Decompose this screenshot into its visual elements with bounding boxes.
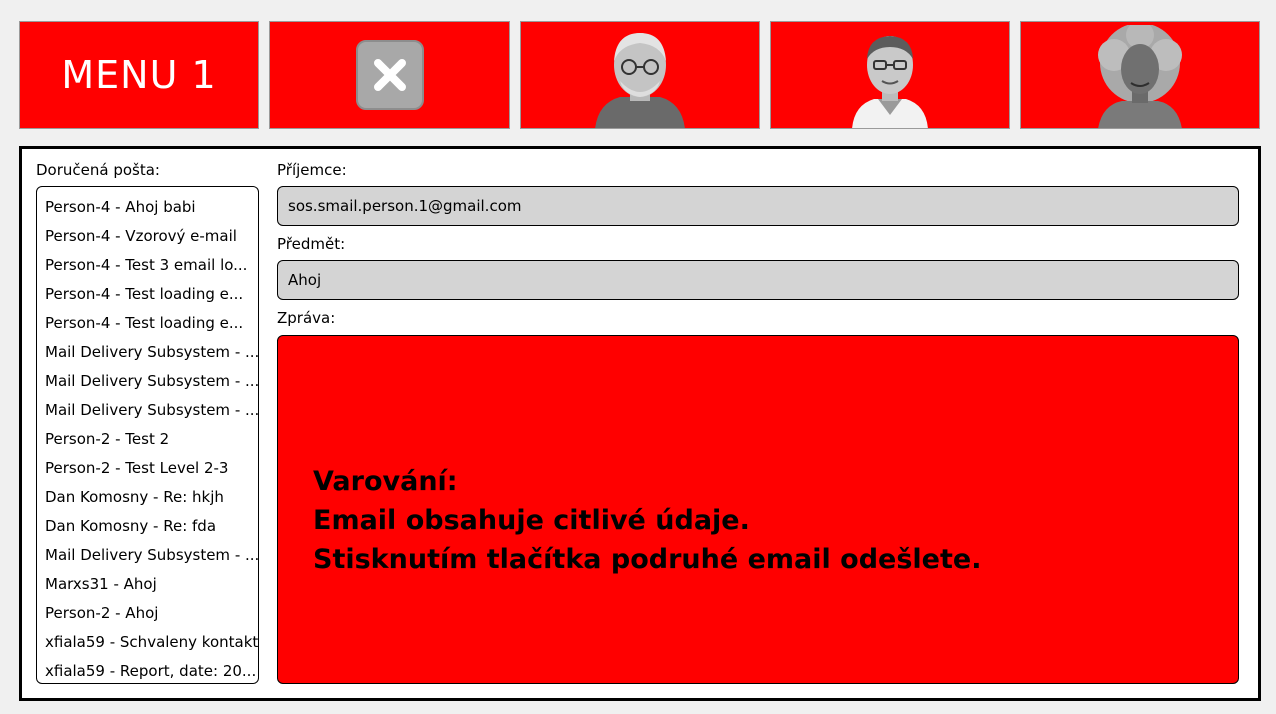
inbox-item[interactable]: xfiala59 - Report, date: 20... <box>45 659 256 683</box>
menu-1-button[interactable]: MENU 1 <box>19 21 259 129</box>
warning-line-2: Stisknutím tlačítka podruhé email odešle… <box>313 544 982 575</box>
inbox-item[interactable]: Dan Komosny - Re: fda <box>45 514 254 543</box>
recipient-field[interactable]: sos.smail.person.1@gmail.com <box>277 186 1239 226</box>
sensitive-data-warning: Varování: Email obsahuje citlivé údaje. … <box>313 462 981 579</box>
main-panel: Doručená pošta: Person-4 - Ahoj babi Pers… <box>19 146 1261 701</box>
middle-aged-man-glasses-photo <box>852 36 928 128</box>
elderly-man-glasses-photo <box>595 33 685 128</box>
contact-button-1[interactable] <box>520 21 760 129</box>
recipient-label: Příjemce: <box>277 161 347 179</box>
inbox-label: Doručená pošta: <box>36 161 160 179</box>
contact-button-2[interactable] <box>770 21 1010 129</box>
inbox-item[interactable]: Mail Delivery Subsystem - ... <box>45 398 258 427</box>
warning-title: Varování: <box>313 466 458 497</box>
inbox-item[interactable]: Person-2 - Ahoj <box>45 601 254 630</box>
menu-label: MENU 1 <box>61 53 217 97</box>
inbox-item[interactable]: Person-4 - Vzorový e-mail <box>45 224 254 253</box>
inbox-list[interactable]: Person-4 - Ahoj babi Person-4 - Vzorový e… <box>36 186 259 684</box>
inbox-item[interactable]: Mail Delivery Subsystem - ... <box>45 340 258 369</box>
subject-label: Předmět: <box>277 235 346 253</box>
inbox-item[interactable]: Mail Delivery Subsystem - ... <box>45 369 258 398</box>
inbox-item[interactable]: Mail Delivery Subsystem - ... <box>45 543 258 572</box>
warning-line-1: Email obsahuje citlivé údaje. <box>313 505 750 536</box>
elderly-woman-curly-hair-photo <box>1098 25 1182 128</box>
inbox-item[interactable]: Person-2 - Test Level 2-3 <box>45 456 254 485</box>
inbox-item[interactable]: Person-2 - Test 2 <box>45 427 254 456</box>
inbox-item[interactable]: Marxs31 - Ahoj <box>45 572 254 601</box>
close-icon <box>355 40 424 110</box>
inbox-item[interactable]: Person-4 - Ahoj babi <box>45 195 254 224</box>
inbox-item[interactable]: Person-4 - Test 3 email lo... <box>45 253 254 282</box>
inbox-item[interactable]: Person-4 - Test loading e... <box>45 282 254 311</box>
inbox-item[interactable]: Person-4 - Test loading e... <box>45 311 254 340</box>
close-button[interactable] <box>269 21 510 129</box>
message-field[interactable]: Varování: Email obsahuje citlivé údaje. … <box>277 335 1239 684</box>
contact-button-3[interactable] <box>1020 21 1260 129</box>
message-label: Zpráva: <box>277 309 336 327</box>
inbox-item[interactable]: xfiala59 - Schvaleny kontakt <box>45 630 258 659</box>
subject-field[interactable]: Ahoj <box>277 260 1239 300</box>
inbox-item[interactable]: Dan Komosny - Re: hkjh <box>45 485 254 514</box>
